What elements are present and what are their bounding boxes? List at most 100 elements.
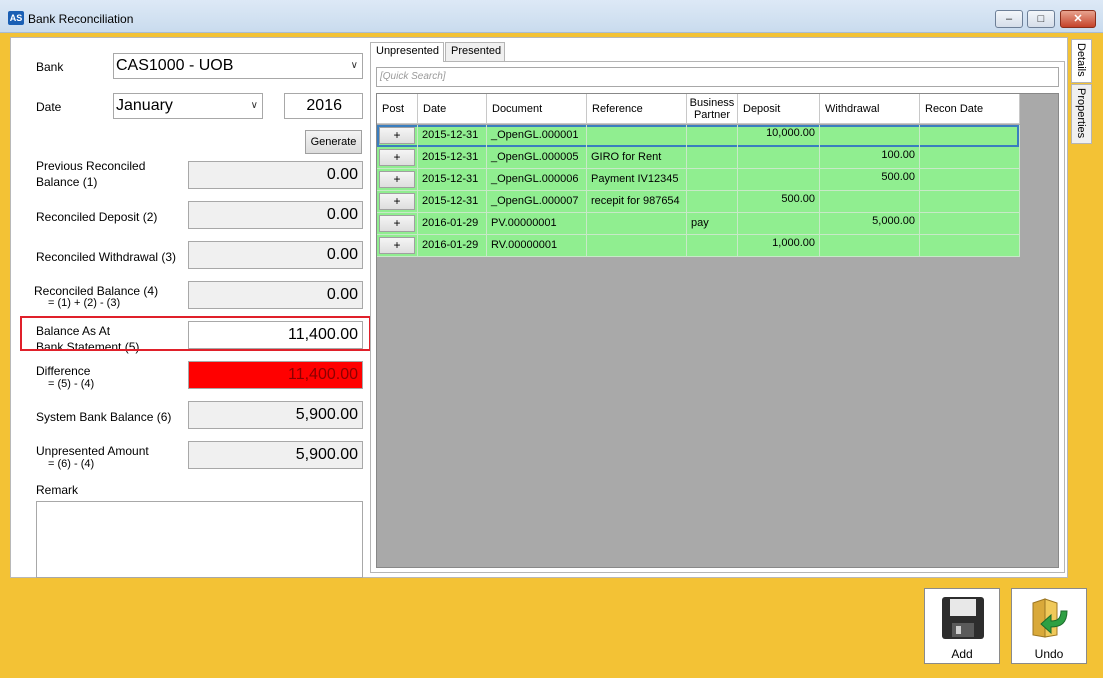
add-button[interactable]: Add xyxy=(924,588,1000,664)
cell-document: PV.00000001 xyxy=(487,213,587,235)
cell-withdrawal: 5,000.00 xyxy=(820,213,920,235)
system-balance-label: System Bank Balance (6) xyxy=(36,410,172,424)
difference-label: Difference xyxy=(36,364,91,378)
cell-withdrawal: 500.00 xyxy=(820,169,920,191)
cell-recon xyxy=(920,169,1020,191)
post-button[interactable]: + xyxy=(379,215,415,232)
remark-textarea[interactable] xyxy=(36,501,363,578)
cell-partner: pay xyxy=(687,213,738,235)
reconciled-balance-field: 0.00 xyxy=(188,281,363,309)
column-header-date[interactable]: Date xyxy=(418,94,487,124)
undo-button[interactable]: Undo xyxy=(1011,588,1087,664)
cell-deposit xyxy=(738,169,820,191)
side-tab-details-label: Details xyxy=(1075,43,1087,77)
quick-search-input[interactable]: [Quick Search] xyxy=(376,67,1059,87)
cell-reference: Payment IV12345 xyxy=(587,169,687,191)
cell-recon xyxy=(920,125,1020,147)
table-row[interactable]: +2015-12-31 _OpenGL.000007 recepit for 987… xyxy=(377,191,1020,213)
cell-withdrawal xyxy=(820,125,920,147)
prev-reconciled-field: 0.00 xyxy=(188,161,363,189)
post-cell: + xyxy=(377,235,418,257)
cell-partner xyxy=(687,169,738,191)
month-select[interactable]: January ∨ xyxy=(113,93,263,119)
difference-formula: = (5) - (4) xyxy=(48,378,95,390)
post-cell: + xyxy=(377,125,418,147)
unpresented-label: Unpresented Amount xyxy=(36,444,149,458)
minimize-button[interactable]: – xyxy=(995,10,1023,28)
cell-date: 2015-12-31 xyxy=(418,147,487,169)
post-button[interactable]: + xyxy=(379,171,415,188)
prev-reconciled-label: Previous Reconciled xyxy=(36,159,146,173)
cell-document: _OpenGL.000001 xyxy=(487,125,587,147)
column-header-recon-date[interactable]: Recon Date xyxy=(920,94,1020,124)
tab-unpresented[interactable]: Unpresented xyxy=(370,42,444,62)
transactions-grid: Post Date Document Reference Business Pa… xyxy=(376,93,1059,568)
side-tab-properties-label: Properties xyxy=(1075,88,1087,139)
cell-document: _OpenGL.000006 xyxy=(487,169,587,191)
difference-field: 11,400.00 xyxy=(188,361,363,389)
post-cell: + xyxy=(377,147,418,169)
table-row[interactable]: +2015-12-31 _OpenGL.000005 GIRO for Rent 10… xyxy=(377,147,1020,169)
system-balance-field: 5,900.00 xyxy=(188,401,363,429)
cell-date: 2016-01-29 xyxy=(418,235,487,257)
column-header-withdrawal[interactable]: Withdrawal xyxy=(820,94,920,124)
chevron-down-icon: ∨ xyxy=(350,60,358,71)
cell-reference: GIRO for Rent xyxy=(587,147,687,169)
month-value: January xyxy=(116,97,173,114)
table-row[interactable]: +2015-12-31 _OpenGL.000006 Payment IV12345… xyxy=(377,169,1020,191)
tab-presented[interactable]: Presented xyxy=(445,42,505,61)
generate-button[interactable]: Generate xyxy=(305,130,362,154)
cell-withdrawal xyxy=(820,191,920,213)
table-row[interactable]: +2016-01-29 RV.00000001 1,000.00 xyxy=(377,235,1020,257)
table-row[interactable]: +2016-01-29 PV.00000001 pay 5,000.00 xyxy=(377,213,1020,235)
cell-deposit xyxy=(738,213,820,235)
reconciled-balance-formula: = (1) + (2) - (3) xyxy=(48,297,121,309)
remark-label: Remark xyxy=(36,483,79,497)
cell-recon xyxy=(920,191,1020,213)
cell-document: _OpenGL.000007 xyxy=(487,191,587,213)
post-button[interactable]: + xyxy=(379,127,415,144)
cell-deposit: 1,000.00 xyxy=(738,235,820,257)
app-icon: AS xyxy=(8,11,24,25)
cell-partner xyxy=(687,125,738,147)
close-button[interactable]: ✕ xyxy=(1060,10,1096,28)
cell-recon xyxy=(920,147,1020,169)
bank-value: CAS1000 - UOB xyxy=(116,57,234,74)
highlight-box xyxy=(20,316,371,351)
cell-partner xyxy=(687,147,738,169)
reconciled-deposit-label: Reconciled Deposit (2) xyxy=(36,210,158,224)
undo-button-label: Undo xyxy=(1034,647,1064,661)
table-row[interactable]: +2015-12-31 _OpenGL.000001 10,000.00 xyxy=(377,125,1020,147)
post-button[interactable]: + xyxy=(379,237,415,254)
post-button[interactable]: + xyxy=(379,149,415,166)
column-header-reference[interactable]: Reference xyxy=(587,94,687,124)
reconciled-withdrawal-field: 0.00 xyxy=(188,241,363,269)
date-label: Date xyxy=(36,100,62,114)
maximize-button[interactable]: □ xyxy=(1027,10,1055,28)
cell-reference xyxy=(587,235,687,257)
cell-document: _OpenGL.000005 xyxy=(487,147,587,169)
cell-withdrawal: 100.00 xyxy=(820,147,920,169)
column-header-post[interactable]: Post xyxy=(377,94,418,124)
year-input[interactable]: 2016 xyxy=(284,93,363,119)
reconciled-deposit-field: 0.00 xyxy=(188,201,363,229)
post-button[interactable]: + xyxy=(379,193,415,210)
column-header-deposit[interactable]: Deposit xyxy=(738,94,820,124)
folder-undo-icon xyxy=(1032,598,1068,638)
cell-date: 2015-12-31 xyxy=(418,169,487,191)
cell-deposit: 10,000.00 xyxy=(738,125,820,147)
side-tab-properties[interactable]: Properties xyxy=(1071,84,1092,144)
cell-recon xyxy=(920,235,1020,257)
cell-document: RV.00000001 xyxy=(487,235,587,257)
side-tab-details[interactable]: Details xyxy=(1071,39,1092,83)
cell-deposit: 500.00 xyxy=(738,191,820,213)
post-cell: + xyxy=(377,169,418,191)
cell-date: 2015-12-31 xyxy=(418,125,487,147)
prev-reconciled-label-2: Balance (1) xyxy=(36,175,98,189)
post-cell: + xyxy=(377,213,418,235)
column-header-business-partner[interactable]: Business Partner xyxy=(687,94,738,124)
column-header-document[interactable]: Document xyxy=(487,94,587,124)
cell-reference xyxy=(587,125,687,147)
cell-partner xyxy=(687,191,738,213)
bank-select[interactable]: CAS1000 - UOB ∨ xyxy=(113,53,363,79)
